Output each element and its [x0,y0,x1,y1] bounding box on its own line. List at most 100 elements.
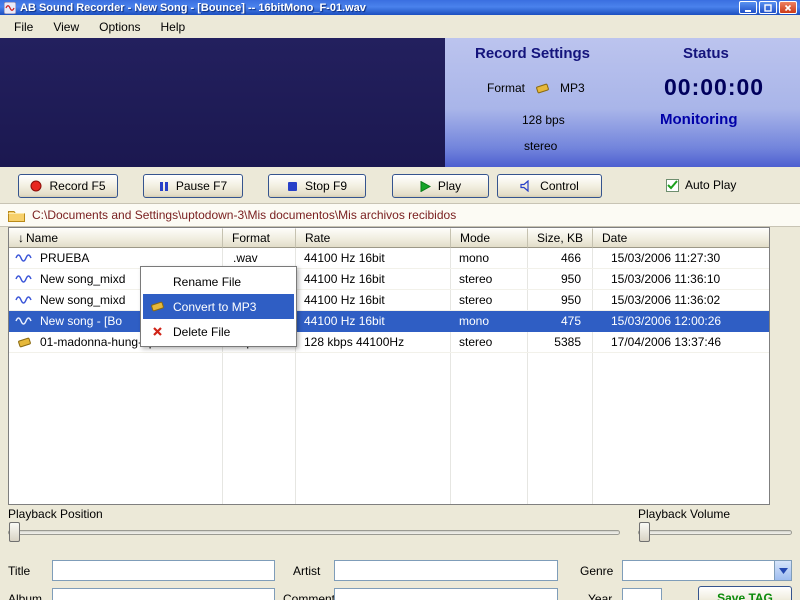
year-label: Year [588,592,612,600]
wave-icon [15,252,33,264]
cell-date: 15/03/2006 12:00:26 [593,311,769,331]
tag-form: Title Artist Genre Album Comment Year Sa… [0,548,800,600]
menu-help[interactable]: Help [151,17,196,37]
cell-size: 466 [528,248,593,268]
play-button[interactable]: Play [392,174,489,198]
chevron-down-icon[interactable] [774,561,791,580]
pause-button[interactable]: Pause F7 [143,174,243,198]
stop-icon [287,181,298,192]
table-row[interactable]: PRUEBA .wav 44100 Hz 16bit mono 466 15/0… [9,248,769,269]
check-icon [667,180,678,190]
header-date[interactable]: Date [593,228,769,248]
context-menu: Rename File Convert to MP3 Delete File [140,266,297,347]
cell-mode: mono [451,311,528,331]
cell-mode: mono [451,248,528,268]
close-button[interactable] [779,1,797,14]
title-label: Title [8,564,30,578]
genre-value [623,561,774,580]
playback-volume-thumb[interactable] [639,522,650,542]
auto-play-label: Auto Play [685,178,736,192]
cell-rate: 128 kbps 44100Hz [296,332,451,352]
wave-icon [15,294,33,306]
table-row[interactable]: New song_mixd 44100 Hz 16bit stereo 950 … [9,290,769,311]
table-row[interactable]: New song_mixd 44100 Hz 16bit stereo 950 … [9,269,769,290]
playback-volume-slider[interactable] [638,530,792,535]
wave-icon [15,315,33,327]
comment-input[interactable] [334,588,558,600]
file-list-body: PRUEBA .wav 44100 Hz 16bit mono 466 15/0… [9,248,769,504]
minimize-button[interactable] [739,1,757,14]
waveform-display [0,38,445,167]
cell-size: 950 [528,290,593,310]
comment-label: Comment [283,592,335,600]
titlebar[interactable]: AB Sound Recorder - New Song - [Bounce] … [0,0,800,15]
wave-icon [15,273,33,285]
path-bar: C:\Documents and Settings\uptodown-3\Mis… [0,203,800,227]
genre-label: Genre [580,564,613,578]
record-timer: 00:00:00 [664,74,764,101]
format-row: Format MP3 [487,81,585,95]
record-icon [30,180,42,192]
artist-label: Artist [293,564,320,578]
bitrate-value: 128 bps [522,113,565,127]
channels-value: stereo [524,139,557,153]
auto-play-toggle[interactable]: Auto Play [666,178,736,192]
format-value: MP3 [560,81,585,95]
cell-rate: 44100 Hz 16bit [296,248,451,268]
menu-view[interactable]: View [43,17,89,37]
playback-position-thumb[interactable] [9,522,20,542]
menubar: File View Options Help [0,15,800,38]
context-menu-rename[interactable]: Rename File [143,269,294,294]
folder-icon [8,209,25,222]
cell-rate: 44100 Hz 16bit [296,269,451,289]
app-icon [4,2,16,14]
context-menu-delete[interactable]: Delete File [143,319,294,344]
artist-input[interactable] [334,560,558,581]
toolbar: Record F5 Pause F7 Stop F9 Play Control [0,167,800,203]
stop-button[interactable]: Stop F9 [268,174,366,198]
control-button[interactable]: Control [497,174,602,198]
stop-button-label: Stop F9 [305,179,347,193]
cell-size: 5385 [528,332,593,352]
record-button[interactable]: Record F5 [18,174,118,198]
pause-button-label: Pause F7 [176,179,227,193]
table-row-selected[interactable]: New song - [Bo 44100 Hz 16bit mono 475 1… [9,311,769,332]
mp3-file-icon [15,336,33,349]
control-button-label: Control [540,179,579,193]
table-row[interactable]: 01-madonna-hung-up .mp3 128 kbps 44100Hz… [9,332,769,353]
context-menu-convert-to-mp3[interactable]: Convert to MP3 [143,294,294,319]
menu-file[interactable]: File [4,17,43,37]
maximize-button[interactable] [759,1,777,14]
title-input[interactable] [52,560,275,581]
header-mode[interactable]: Mode [451,228,528,248]
window-title: AB Sound Recorder - New Song - [Bounce] … [20,2,739,14]
header-name[interactable]: ↓ Name [9,228,223,248]
file-list: ↓ Name Format Rate Mode Size, KB Date PR… [8,227,770,505]
record-settings-header: Record Settings [475,45,590,62]
cell-name: PRUEBA [9,248,223,268]
auto-play-checkbox[interactable] [666,179,679,192]
format-label: Format [487,81,525,95]
cell-size: 475 [528,311,593,331]
cell-rate: 44100 Hz 16bit [296,311,451,331]
album-input[interactable] [52,588,275,600]
save-tag-button[interactable]: Save TAG [698,586,792,600]
header-rate[interactable]: Rate [296,228,451,248]
cell-date: 15/03/2006 11:36:10 [593,269,769,289]
playback-position-slider[interactable] [8,530,620,535]
cell-mode: stereo [451,290,528,310]
window-controls [739,1,797,14]
status-header: Status [683,45,729,62]
header-size[interactable]: Size, KB [528,228,593,248]
delete-x-icon [146,326,168,337]
header-format[interactable]: Format [223,228,296,248]
menu-options[interactable]: Options [89,17,150,37]
speaker-icon [520,180,533,192]
status-text: Monitoring [660,111,737,128]
year-input[interactable] [622,588,662,600]
mp3-convert-icon [146,300,168,313]
playback-volume-label: Playback Volume [638,507,730,521]
display-panel: Record Settings Status Format MP3 128 bp… [0,38,800,167]
genre-select[interactable] [622,560,792,581]
current-path: C:\Documents and Settings\uptodown-3\Mis… [32,208,456,222]
